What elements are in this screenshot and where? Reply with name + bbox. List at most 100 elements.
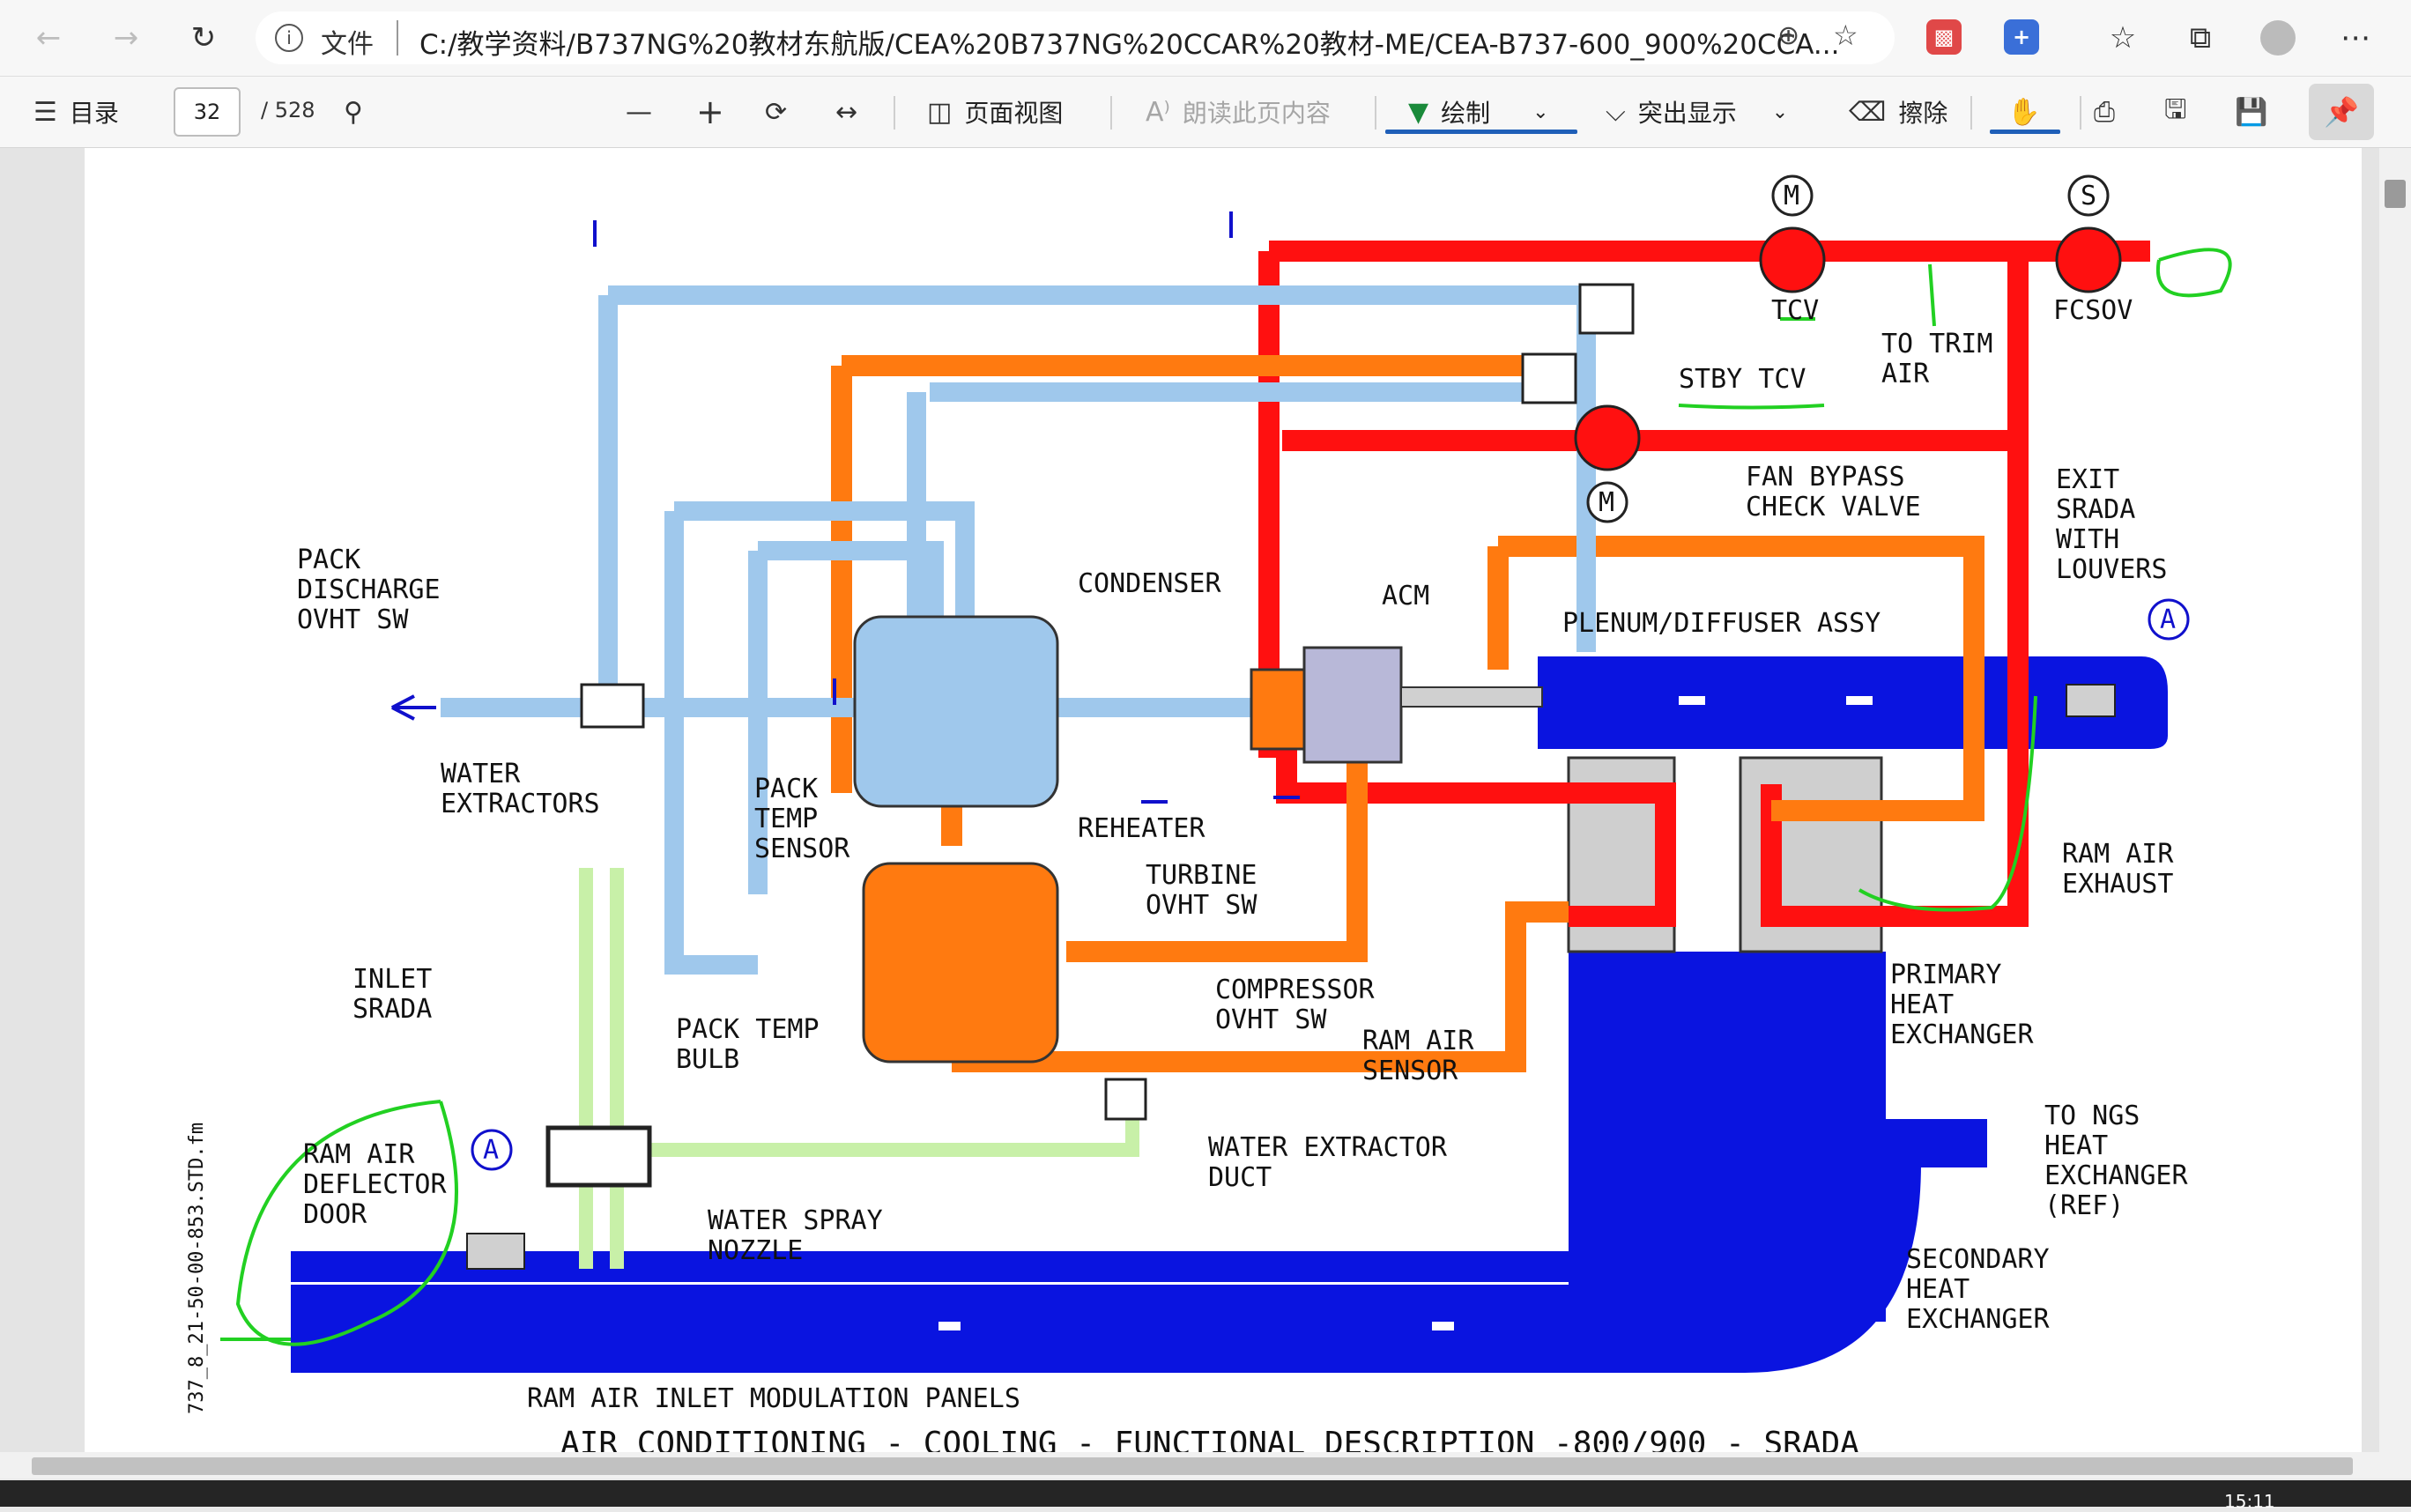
label-secondary-3: EXCHANGER (1906, 1304, 2050, 1335)
acm-turbine (1302, 646, 1403, 764)
save-as-icon: 💾 (2235, 96, 2268, 128)
search-icon: ⚲ (344, 96, 363, 128)
save-as-button[interactable]: 💾 (2235, 77, 2280, 147)
label-pts-3: SENSOR (754, 834, 850, 864)
read-aloud-icon: A⁾ (1146, 96, 1170, 128)
erase-button[interactable]: ⌫ 擦除 (1849, 77, 1947, 147)
label-compressor-1: COMPRESSOR (1215, 975, 1376, 1005)
toolbar-divider (2080, 96, 2081, 130)
label-pack-dis-1: PACK (297, 545, 360, 575)
collections-icon: ⧉ (2189, 20, 2212, 56)
label-a-right: A (2160, 604, 2176, 635)
label-ram-sensor-1: RAM AIR (1362, 1026, 1474, 1056)
condenser (853, 615, 1059, 808)
extension-icon-blue[interactable]: + (2004, 19, 2039, 55)
arrow-left-icon: ← (35, 20, 62, 56)
fit-width-button[interactable]: ↔ (835, 77, 870, 147)
print-button[interactable]: ⎙ (2094, 77, 2127, 147)
pdf-viewer: TCV TO TRIM AIR FCSOV STBY TCV M S M FAN… (0, 148, 2411, 1452)
deflector-actuator (466, 1233, 525, 1270)
vertical-scrollbar[interactable] (2379, 148, 2411, 1452)
label-stby-tcv: STBY TCV (1679, 364, 1806, 395)
refresh-button[interactable]: ↻ (178, 12, 229, 63)
label-fan-bypass-1: FAN BYPASS (1746, 462, 1905, 493)
profile-button[interactable] (2252, 12, 2303, 63)
label-ngs-3: EXCHANGER (2044, 1160, 2188, 1191)
page-title: AIR CONDITIONING - COOLING - FUNCTIONAL … (560, 1426, 1859, 1452)
acm-compressor (1250, 668, 1306, 751)
search-button[interactable]: ⚲ (344, 77, 375, 147)
label-secondary-1: SECONDARY (1906, 1244, 2050, 1275)
fcsov-valve (2055, 226, 2122, 293)
chevron-down-icon[interactable]: ⌄ (1772, 101, 1788, 123)
label-exhaust-2: EXHAUST (2062, 869, 2173, 900)
url-text[interactable]: C:/教学资料/B737NG%20教材东航版/CEA%20B737NG%20CC… (419, 22, 1839, 62)
pdf-toolbar: ☰ 目录 32 / 528 ⚲ — + ⟳ ↔ ◫ 页面视图 A⁾ 朗读此页内容… (0, 77, 2411, 148)
to-ngs-duct (1881, 1119, 1987, 1167)
read-aloud-label: 朗读此页内容 (1182, 99, 1331, 128)
taskbar-clock: 15:11 (2224, 1491, 2275, 1512)
stby-controller-box (1521, 352, 1577, 404)
highlight-icon: ⌵ (1606, 96, 1626, 128)
label-bulb-1: PACK TEMP (676, 1014, 820, 1045)
favorite-icon[interactable]: ☆ (1833, 19, 1858, 52)
pin-toolbar-button[interactable]: 📌 (2309, 84, 2374, 140)
collections-button[interactable]: ⧉ (2175, 12, 2226, 63)
vertical-scroll-thumb[interactable] (2385, 180, 2406, 208)
toc-button[interactable]: ☰ 目录 (33, 77, 119, 147)
rotate-icon: ⟳ (765, 96, 788, 128)
highlight-button[interactable]: ⌵ 突出显示 ⌄ (1606, 77, 1788, 147)
taskbar (0, 1480, 2411, 1507)
label-exit-3: WITH (2056, 524, 2119, 555)
label-m-bottom: M (1599, 487, 1614, 518)
save-button[interactable]: 🖫 (2164, 77, 2200, 147)
label-compressor-2: OVHT SW (1215, 1004, 1327, 1035)
label-exit-4: LOUVERS (2056, 554, 2167, 585)
favorites-button[interactable]: ☆ (2097, 12, 2148, 63)
draw-label: 绘制 (1441, 99, 1491, 128)
favorites-icon: ☆ (2109, 20, 2137, 56)
acm-shaft (1400, 686, 1543, 708)
avatar (2260, 20, 2296, 56)
reheater (862, 862, 1059, 1064)
controller-box (1578, 283, 1635, 335)
label-primary-1: PRIMARY (1890, 960, 2001, 990)
zoom-in-button[interactable]: + (696, 77, 737, 147)
draw-icon: ▼ (1408, 96, 1429, 128)
label-pts-1: PACK (754, 774, 818, 804)
label-turbine-1: TURBINE (1146, 860, 1257, 891)
label-wed-1: WATER EXTRACTOR (1208, 1132, 1448, 1163)
label-exit-1: EXIT (2056, 464, 2119, 495)
back-button[interactable]: ← (23, 12, 74, 63)
cooling-diagram: TCV TO TRIM AIR FCSOV STBY TCV M S M FAN… (186, 174, 2232, 1452)
toolbar-divider (1375, 96, 1376, 130)
draw-button[interactable]: ▼ 绘制 ⌄ (1408, 77, 1549, 147)
rotate-button[interactable]: ⟳ (765, 77, 799, 147)
label-secondary-2: HEAT (1906, 1274, 1970, 1305)
label-ngs-1: TO NGS (2044, 1101, 2140, 1131)
menu-button[interactable]: ⋯ (2330, 12, 2381, 63)
page-view-button[interactable]: ◫ 页面视图 (927, 77, 1063, 147)
annotation-fcsov (2155, 248, 2232, 298)
label-to-trim-2: AIR (1881, 359, 1930, 389)
label-spray-1: WATER SPRAY (708, 1205, 883, 1236)
zoom-out-button[interactable]: — (626, 77, 664, 147)
extension-icon-red[interactable]: ▩ (1926, 19, 1962, 55)
water-extractor-duct-box (1104, 1078, 1147, 1121)
pdf-page: TCV TO TRIM AIR FCSOV STBY TCV M S M FAN… (85, 148, 2362, 1452)
label-wed-2: DUCT (1208, 1162, 1272, 1193)
fit-width-icon: ↔ (835, 96, 858, 128)
info-icon[interactable]: i (275, 24, 303, 52)
stby-tcv-valve (1574, 404, 1641, 471)
horizontal-scroll-thumb[interactable] (32, 1457, 2353, 1475)
zoom-icon[interactable]: ⊕ (1777, 20, 1799, 51)
touch-write-button[interactable]: ✋ (2007, 77, 2052, 147)
page-number-input[interactable]: 32 (174, 87, 241, 137)
chevron-down-icon[interactable]: ⌄ (1532, 101, 1548, 123)
browser-address-bar: ← → ↻ i 文件 C:/教学资料/B737NG%20教材东航版/CEA%20… (0, 0, 2411, 77)
forward-button[interactable]: → (100, 12, 152, 63)
url-bar[interactable]: i 文件 C:/教学资料/B737NG%20教材东航版/CEA%20B737NG… (256, 11, 1895, 64)
label-pts-2: TEMP (754, 804, 818, 834)
read-aloud-button[interactable]: A⁾ 朗读此页内容 (1146, 77, 1331, 147)
toc-label: 目录 (69, 99, 119, 128)
